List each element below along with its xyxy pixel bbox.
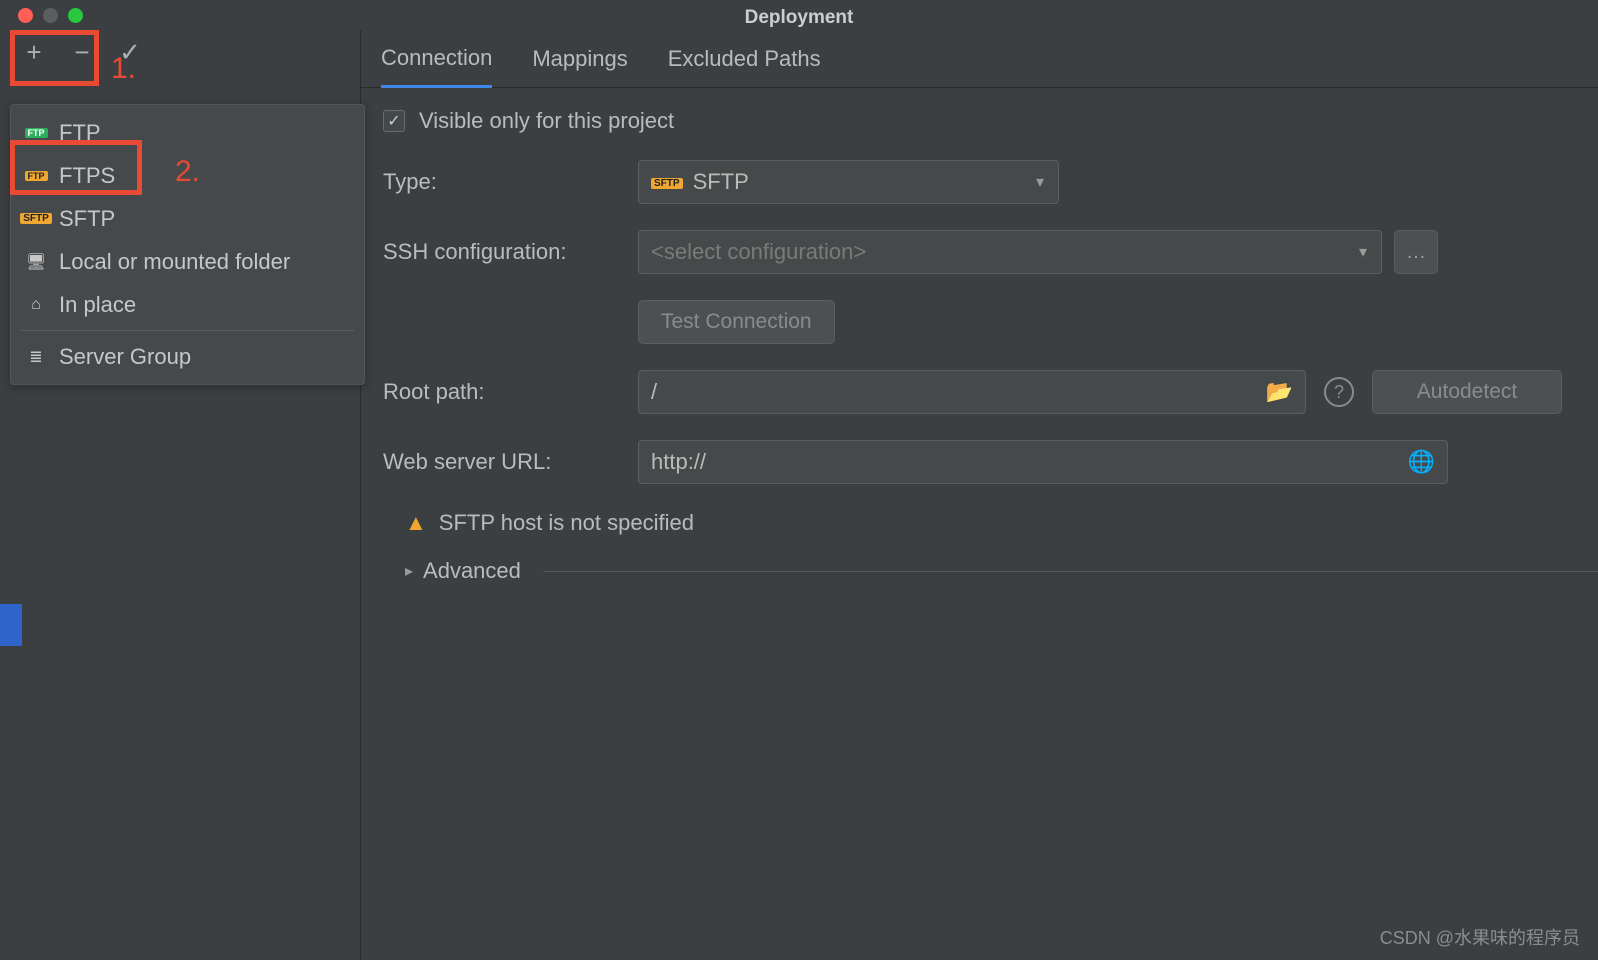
ftp-icon: FTP [25, 122, 47, 144]
menu-item-local[interactable]: 🖥 Local or mounted folder [11, 240, 364, 283]
add-type-menu: FTP FTP FTP FTPS SFTP SFTP 🖥 Local or mo… [10, 104, 365, 385]
tab-connection[interactable]: Connection [381, 45, 492, 88]
menu-item-label: Local or mounted folder [59, 249, 290, 275]
test-connection-button[interactable]: Test Connection [638, 300, 835, 344]
chevron-down-icon: ▾ [1359, 242, 1367, 262]
web-url-label: Web server URL: [383, 449, 638, 475]
watermark: CSDN @水果味的程序员 [1380, 924, 1580, 950]
window-title: Deployment [0, 7, 1598, 29]
menu-item-label: SFTP [59, 206, 115, 232]
annotation-label-1: 1. [111, 52, 136, 86]
warning-text: SFTP host is not specified [439, 510, 694, 536]
list-icon: ≣ [25, 346, 47, 368]
tab-excluded[interactable]: Excluded Paths [668, 46, 821, 86]
autodetect-button[interactable]: Autodetect [1372, 370, 1562, 414]
menu-item-inplace[interactable]: ⌂ In place [11, 283, 364, 326]
connection-form: ✓ Visible only for this project Type: SF… [361, 88, 1598, 584]
advanced-section[interactable]: ▸ Advanced [405, 558, 1598, 584]
ssh-placeholder: <select configuration> [651, 239, 866, 265]
ssh-more-button[interactable]: … [1394, 230, 1438, 274]
type-label: Type: [383, 169, 638, 195]
folder-open-icon[interactable]: 📂 [1266, 379, 1293, 405]
tab-mappings[interactable]: Mappings [532, 46, 627, 86]
add-button[interactable]: + [14, 32, 54, 72]
help-icon[interactable]: ? [1324, 377, 1354, 407]
menu-item-sftp[interactable]: SFTP SFTP [11, 197, 364, 240]
menu-item-label: FTPS [59, 163, 115, 189]
web-url-value: http:// [651, 449, 706, 475]
check-icon: ✓ [387, 111, 400, 131]
divider [543, 571, 1598, 572]
ellipsis-icon: … [1406, 241, 1426, 264]
folder-icon: 🖥 [25, 251, 47, 273]
chevron-right-icon: ▸ [405, 561, 413, 581]
menu-item-label: FTP [59, 120, 101, 146]
warning-icon: ▲ [405, 510, 427, 536]
root-path-label: Root path: [383, 379, 638, 405]
sftp-icon: SFTP [651, 173, 683, 191]
advanced-label: Advanced [423, 558, 521, 584]
sidebar-toolbar: + − ✓ [0, 30, 360, 74]
root-path-input[interactable]: / 📂 [638, 370, 1306, 414]
home-icon: ⌂ [25, 294, 47, 316]
ssh-config-select[interactable]: <select configuration> ▾ [638, 230, 1382, 274]
plus-icon: + [26, 37, 41, 68]
menu-separator [21, 330, 354, 331]
visible-checkbox-label: Visible only for this project [419, 108, 674, 134]
visible-checkbox[interactable]: ✓ [383, 110, 405, 132]
chevron-down-icon: ▾ [1036, 172, 1044, 192]
type-select[interactable]: SFTP SFTP ▾ [638, 160, 1059, 204]
remove-button[interactable]: − [62, 32, 102, 72]
titlebar: Deployment [0, 0, 1598, 30]
menu-item-group[interactable]: ≣ Server Group [11, 335, 364, 378]
ftps-icon: FTP [25, 165, 47, 187]
selection-indicator [0, 604, 22, 646]
minus-icon: − [74, 37, 89, 68]
sftp-icon: SFTP [25, 208, 47, 230]
menu-item-ftp[interactable]: FTP FTP [11, 111, 364, 154]
content: Connection Mappings Excluded Paths ✓ Vis… [361, 30, 1598, 960]
tabs: Connection Mappings Excluded Paths [361, 30, 1598, 88]
type-value: SFTP [693, 169, 749, 195]
menu-item-label: In place [59, 292, 136, 318]
menu-item-label: Server Group [59, 344, 191, 370]
autodetect-label: Autodetect [1417, 380, 1517, 404]
test-connection-label: Test Connection [661, 310, 812, 334]
ssh-label: SSH configuration: [383, 239, 638, 265]
globe-icon[interactable]: 🌐 [1408, 449, 1435, 475]
warning-row: ▲ SFTP host is not specified [405, 510, 1598, 536]
web-url-input[interactable]: http:// 🌐 [638, 440, 1448, 484]
root-path-value: / [651, 379, 657, 405]
annotation-label-2: 2. [175, 155, 200, 189]
